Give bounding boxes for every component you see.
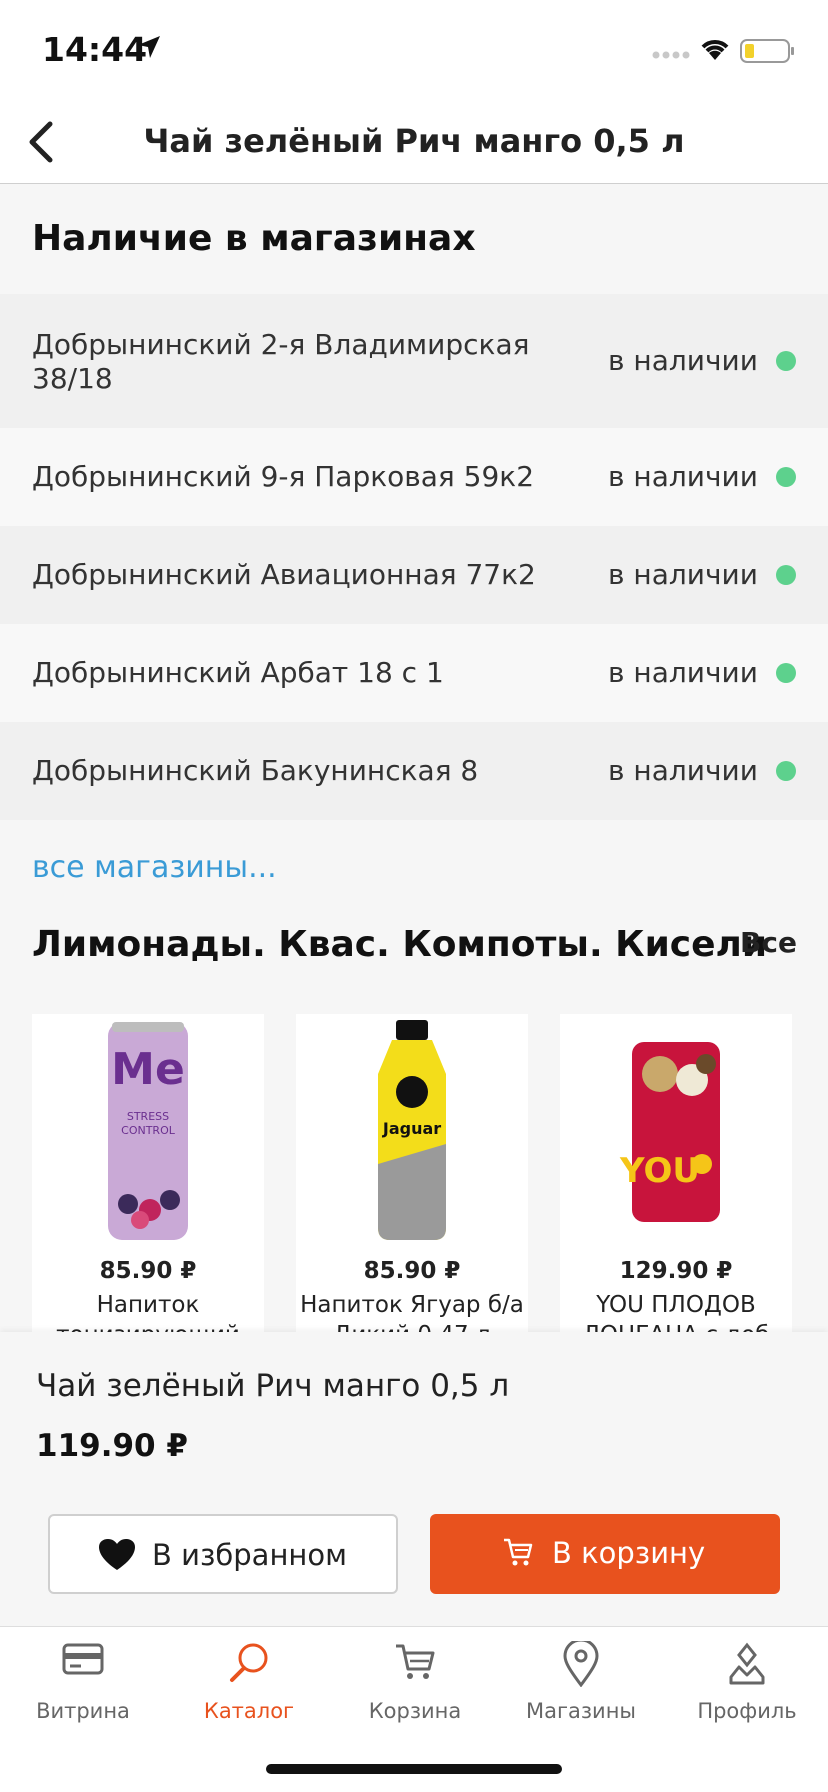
profile-icon [664, 1641, 828, 1691]
tab-stores[interactable]: Магазины [498, 1627, 664, 1737]
availability-title: Наличие в магазинах [32, 218, 476, 259]
wifi-icon [701, 40, 729, 60]
store-name: Добрынинский 2-я Владимирская 38/18 [32, 328, 530, 395]
product-name: Напиток Ягуар б/а Дикий 0,47 л [300, 1292, 524, 1334]
category-all-link[interactable]: Все [740, 926, 797, 959]
navigation-header: Чай зелёный Рич манго 0,5 л [0, 100, 828, 184]
product-carousel[interactable]: Me STRESS CONTROL 85.90 ₽ Напиток тонизи… [0, 1014, 828, 1334]
svg-text:Me: Me [111, 1044, 185, 1095]
page-title-text: Чай зелёный Рич манго 0,5 л [143, 122, 685, 160]
category-title: Лимонады. Квас. Компоты. Кисели [32, 924, 768, 965]
add-to-cart-label: В корзину [552, 1536, 706, 1570]
store-status: в наличии [608, 754, 758, 787]
cart-icon [332, 1641, 498, 1685]
store-name: Добрынинский Бакунинская 8 [32, 754, 479, 787]
store-row[interactable]: Добрынинский 9-я Парковая 59к2 в наличии [0, 428, 828, 526]
store-status: в наличии [608, 344, 758, 377]
store-status: в наличии [608, 558, 758, 591]
page-title: Чай зелёный Рич манго 0,5 л [90, 122, 828, 160]
heart-icon [99, 1539, 135, 1570]
tab-label: Витрина [36, 1699, 130, 1723]
all-stores-link[interactable]: все магазины... [32, 850, 277, 885]
store-status: в наличии [608, 460, 758, 493]
store-name: Добрынинский 9-я Парковая 59к2 [32, 460, 535, 493]
in-stock-dot-icon [776, 663, 796, 683]
product-price: 85.90 ₽ [363, 1258, 461, 1284]
status-bar: 14:44 [0, 0, 828, 100]
search-icon [166, 1641, 332, 1689]
product-image-jaguar-bottle: Jaguar [378, 1020, 446, 1240]
product-image-longan-can: YOU [619, 1042, 720, 1222]
product-card[interactable]: Me STRESS CONTROL 85.90 ₽ Напиток тонизи… [32, 1014, 264, 1334]
card-icon [0, 1641, 166, 1681]
in-stock-dot-icon [776, 351, 796, 371]
product-price: 85.90 ₽ [99, 1258, 197, 1284]
add-to-cart-button[interactable]: В корзину [430, 1514, 780, 1594]
tab-label: Профиль [697, 1699, 797, 1723]
store-row[interactable]: Добрынинский Авиационная 77к2 в наличии [0, 526, 828, 624]
tab-catalog[interactable]: Каталог [166, 1627, 332, 1737]
tab-label: Каталог [203, 1699, 295, 1723]
status-time: 14:44 [42, 30, 148, 69]
store-row[interactable]: Добрынинский 2-я Владимирская 38/18 в на… [0, 294, 828, 428]
in-stock-dot-icon [776, 761, 796, 781]
product-price: 129.90 ₽ [619, 1258, 733, 1284]
store-name: Добрынинский Авиационная 77к2 [32, 558, 536, 591]
product-name: YOU ПЛОДОВ ЛОНГАНА с доб [583, 1292, 770, 1334]
tab-label: Корзина [368, 1699, 462, 1723]
tab-vitrina[interactable]: Витрина [0, 1627, 166, 1737]
in-stock-dot-icon [776, 467, 796, 487]
cart-icon [504, 1538, 533, 1566]
product-card[interactable]: YOU 129.90 ₽ YOU ПЛОДОВ ЛОНГАНА с доб [560, 1014, 792, 1334]
store-row[interactable]: Добрынинский Бакунинская 8 в наличии [0, 722, 828, 820]
cellular-signal-icon [652, 51, 690, 59]
tab-label: Магазины [525, 1699, 636, 1723]
svg-text:YOU: YOU [619, 1151, 700, 1191]
tab-profile[interactable]: Профиль [664, 1627, 828, 1737]
product-card[interactable]: Jaguar 85.90 ₽ Напиток Ягуар б/а Дикий 0… [296, 1014, 528, 1334]
store-list: Добрынинский 2-я Владимирская 38/18 в на… [0, 294, 828, 820]
panel-product-name: Чай зелёный Рич манго 0,5 л [36, 1368, 510, 1404]
location-arrow-icon [138, 36, 160, 58]
store-name: Добрынинский Арбат 18 с 1 [32, 656, 444, 689]
map-pin-icon [498, 1638, 664, 1691]
tab-cart[interactable]: Корзина [332, 1627, 498, 1737]
svg-text:STRESS: STRESS [127, 1110, 169, 1123]
svg-text:Jaguar: Jaguar [382, 1119, 441, 1138]
battery-icon [740, 39, 794, 63]
home-indicator [266, 1764, 562, 1774]
favorite-button-label: В избранном [152, 1538, 347, 1572]
panel-product-price: 119.90 ₽ [36, 1428, 188, 1464]
favorite-button[interactable]: В избранном [48, 1514, 398, 1594]
product-action-panel: Чай зелёный Рич манго 0,5 л 119.90 ₽ В и… [0, 1332, 828, 1626]
svg-text:CONTROL: CONTROL [121, 1124, 176, 1137]
in-stock-dot-icon [776, 565, 796, 585]
store-status: в наличии [608, 656, 758, 689]
store-row[interactable]: Добрынинский Арбат 18 с 1 в наличии [0, 624, 828, 722]
product-image-energy-can: Me STRESS CONTROL [108, 1022, 188, 1240]
product-name: Напиток тонизирующий [56, 1292, 240, 1334]
